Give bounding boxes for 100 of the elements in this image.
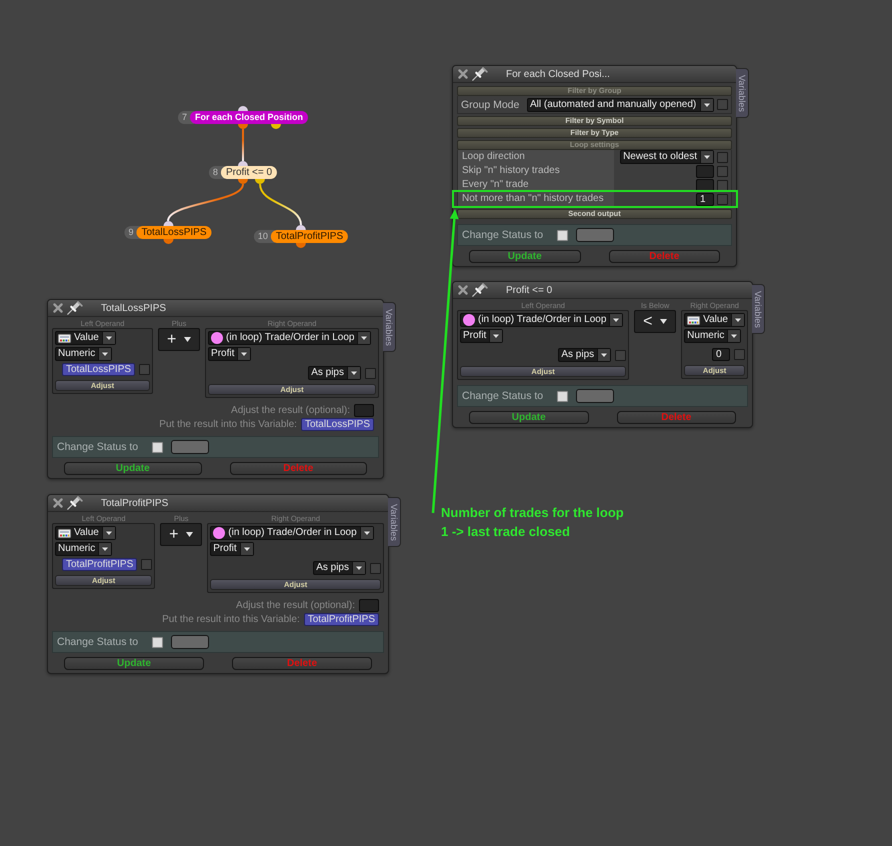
color-field[interactable] <box>576 389 614 403</box>
color-field[interactable] <box>171 440 210 454</box>
input-port-icon[interactable] <box>296 225 306 230</box>
checkbox[interactable] <box>734 349 745 360</box>
output-port-icon[interactable] <box>238 124 248 129</box>
dropdown[interactable]: Profit <box>208 347 252 361</box>
variables-tab[interactable]: Variables <box>736 68 749 118</box>
checkbox[interactable] <box>717 99 728 110</box>
unit-dropdown[interactable]: As pips <box>558 348 612 362</box>
caret-icon <box>347 367 360 379</box>
update-button[interactable]: Update <box>469 411 588 424</box>
node-label[interactable]: For each Closed Position <box>190 111 308 124</box>
number-field[interactable]: 0 <box>712 348 730 361</box>
variables-tab[interactable]: Variables <box>383 302 396 352</box>
pin-icon[interactable] <box>472 283 488 297</box>
checkbox[interactable] <box>557 390 568 402</box>
variables-tab[interactable]: Variables <box>752 284 765 334</box>
source-dropdown[interactable]: Value <box>55 331 116 345</box>
output-port-icon[interactable] <box>270 124 280 129</box>
source-dropdown[interactable]: (in loop) Trade/Order in Loop <box>460 313 624 327</box>
input-port-icon[interactable] <box>238 106 248 111</box>
dropdown[interactable]: Numeric <box>55 542 112 556</box>
input-port-icon[interactable] <box>238 161 248 166</box>
result-label: Put the result into this Variable: <box>162 614 300 625</box>
operator-dropdown[interactable]: + <box>160 523 202 546</box>
result-field[interactable] <box>359 599 379 612</box>
output-port-icon[interactable] <box>238 179 248 184</box>
output-port-icon[interactable] <box>255 179 266 184</box>
variable-field[interactable]: TotalLossPIPS <box>62 363 136 376</box>
caret-icon <box>186 532 194 537</box>
output-port-icon[interactable] <box>163 239 173 244</box>
source-dropdown[interactable]: (in loop) Trade/Order in Loop <box>208 331 372 345</box>
source-dropdown[interactable]: (in loop) Trade/Order in Loop <box>210 526 374 540</box>
node-label[interactable]: Profit <= 0 <box>220 166 278 179</box>
close-icon[interactable] <box>458 285 468 295</box>
dropdown[interactable]: Profit <box>460 329 504 343</box>
variables-tab[interactable]: Variables <box>388 497 401 547</box>
checkbox[interactable] <box>365 368 376 378</box>
dropdown[interactable]: Numeric <box>55 347 112 361</box>
checkbox[interactable] <box>557 230 568 240</box>
caret-icon <box>184 337 192 342</box>
update-button[interactable]: Update <box>64 657 204 670</box>
result-field[interactable] <box>354 404 374 417</box>
dropdown[interactable]: Profit <box>210 542 254 556</box>
caret-icon <box>102 527 115 539</box>
status-label: Change Status to <box>57 441 138 453</box>
annotation-text: Number of trades for the loop 1 -> last trade closed <box>441 504 624 541</box>
checkbox[interactable] <box>152 636 164 648</box>
panel-title: TotalLossPIPS <box>101 302 166 314</box>
operator-dropdown[interactable]: + <box>158 328 200 351</box>
node-label[interactable]: TotalLossPIPS <box>136 226 212 239</box>
dropdown[interactable]: All (automated and manually opened) <box>527 98 714 112</box>
pin-icon[interactable] <box>472 67 488 81</box>
operator-dropdown[interactable]: < <box>634 310 676 333</box>
close-icon[interactable] <box>53 303 63 313</box>
pin-icon[interactable] <box>67 301 83 315</box>
checkbox[interactable] <box>615 350 626 360</box>
checkbox[interactable] <box>717 166 728 176</box>
dropdown[interactable]: Newest to oldest <box>620 150 714 164</box>
close-icon[interactable] <box>53 498 63 508</box>
output-port-icon[interactable] <box>296 243 306 248</box>
status-label: Change Status to <box>462 390 544 402</box>
checkbox[interactable] <box>717 180 728 190</box>
circle-icon <box>211 332 224 344</box>
input-field[interactable] <box>696 164 714 178</box>
panel-title: Profit <= 0 <box>506 284 552 296</box>
setting-label: Loop direction <box>458 150 614 164</box>
input-port-icon[interactable] <box>163 221 173 226</box>
checkbox[interactable] <box>370 562 381 574</box>
result-label: Adjust the result (optional): <box>231 405 350 416</box>
checkbox[interactable] <box>141 559 152 570</box>
checkbox[interactable] <box>139 364 150 375</box>
caret-icon <box>352 562 365 574</box>
input-field[interactable]: 1 <box>696 192 714 206</box>
variable-field[interactable]: TotalProfitPIPS <box>304 613 379 626</box>
checkbox[interactable] <box>717 152 728 162</box>
status-label: Change Status to <box>57 636 138 648</box>
source-dropdown[interactable]: Value <box>684 313 745 327</box>
color-field[interactable] <box>171 635 210 649</box>
dropdown[interactable]: Numeric <box>684 329 742 343</box>
connector-line <box>242 129 244 161</box>
close-icon[interactable] <box>458 69 468 79</box>
variable-field[interactable]: TotalLossPIPS <box>300 418 374 431</box>
checkbox[interactable] <box>152 442 164 452</box>
source-dropdown[interactable]: Value <box>55 526 116 540</box>
node-label[interactable]: TotalProfitPIPS <box>270 230 348 243</box>
checkbox[interactable] <box>717 194 728 204</box>
update-button[interactable]: Update <box>469 250 580 263</box>
color-field[interactable] <box>576 228 614 242</box>
result-label: Put the result into this Variable: <box>159 419 297 430</box>
display-icon <box>687 316 700 324</box>
setting-label: Not more than "n" history trades <box>458 192 614 206</box>
update-button[interactable]: Update <box>64 462 202 475</box>
unit-dropdown[interactable]: As pips <box>313 561 366 575</box>
variable-field[interactable]: TotalProfitPIPS <box>62 558 138 571</box>
panel-title: For each Closed Posi... <box>506 68 610 80</box>
pin-icon[interactable] <box>67 496 83 510</box>
input-field[interactable] <box>696 178 714 192</box>
node-number: 10 <box>254 230 275 243</box>
unit-dropdown[interactable]: As pips <box>308 366 361 380</box>
